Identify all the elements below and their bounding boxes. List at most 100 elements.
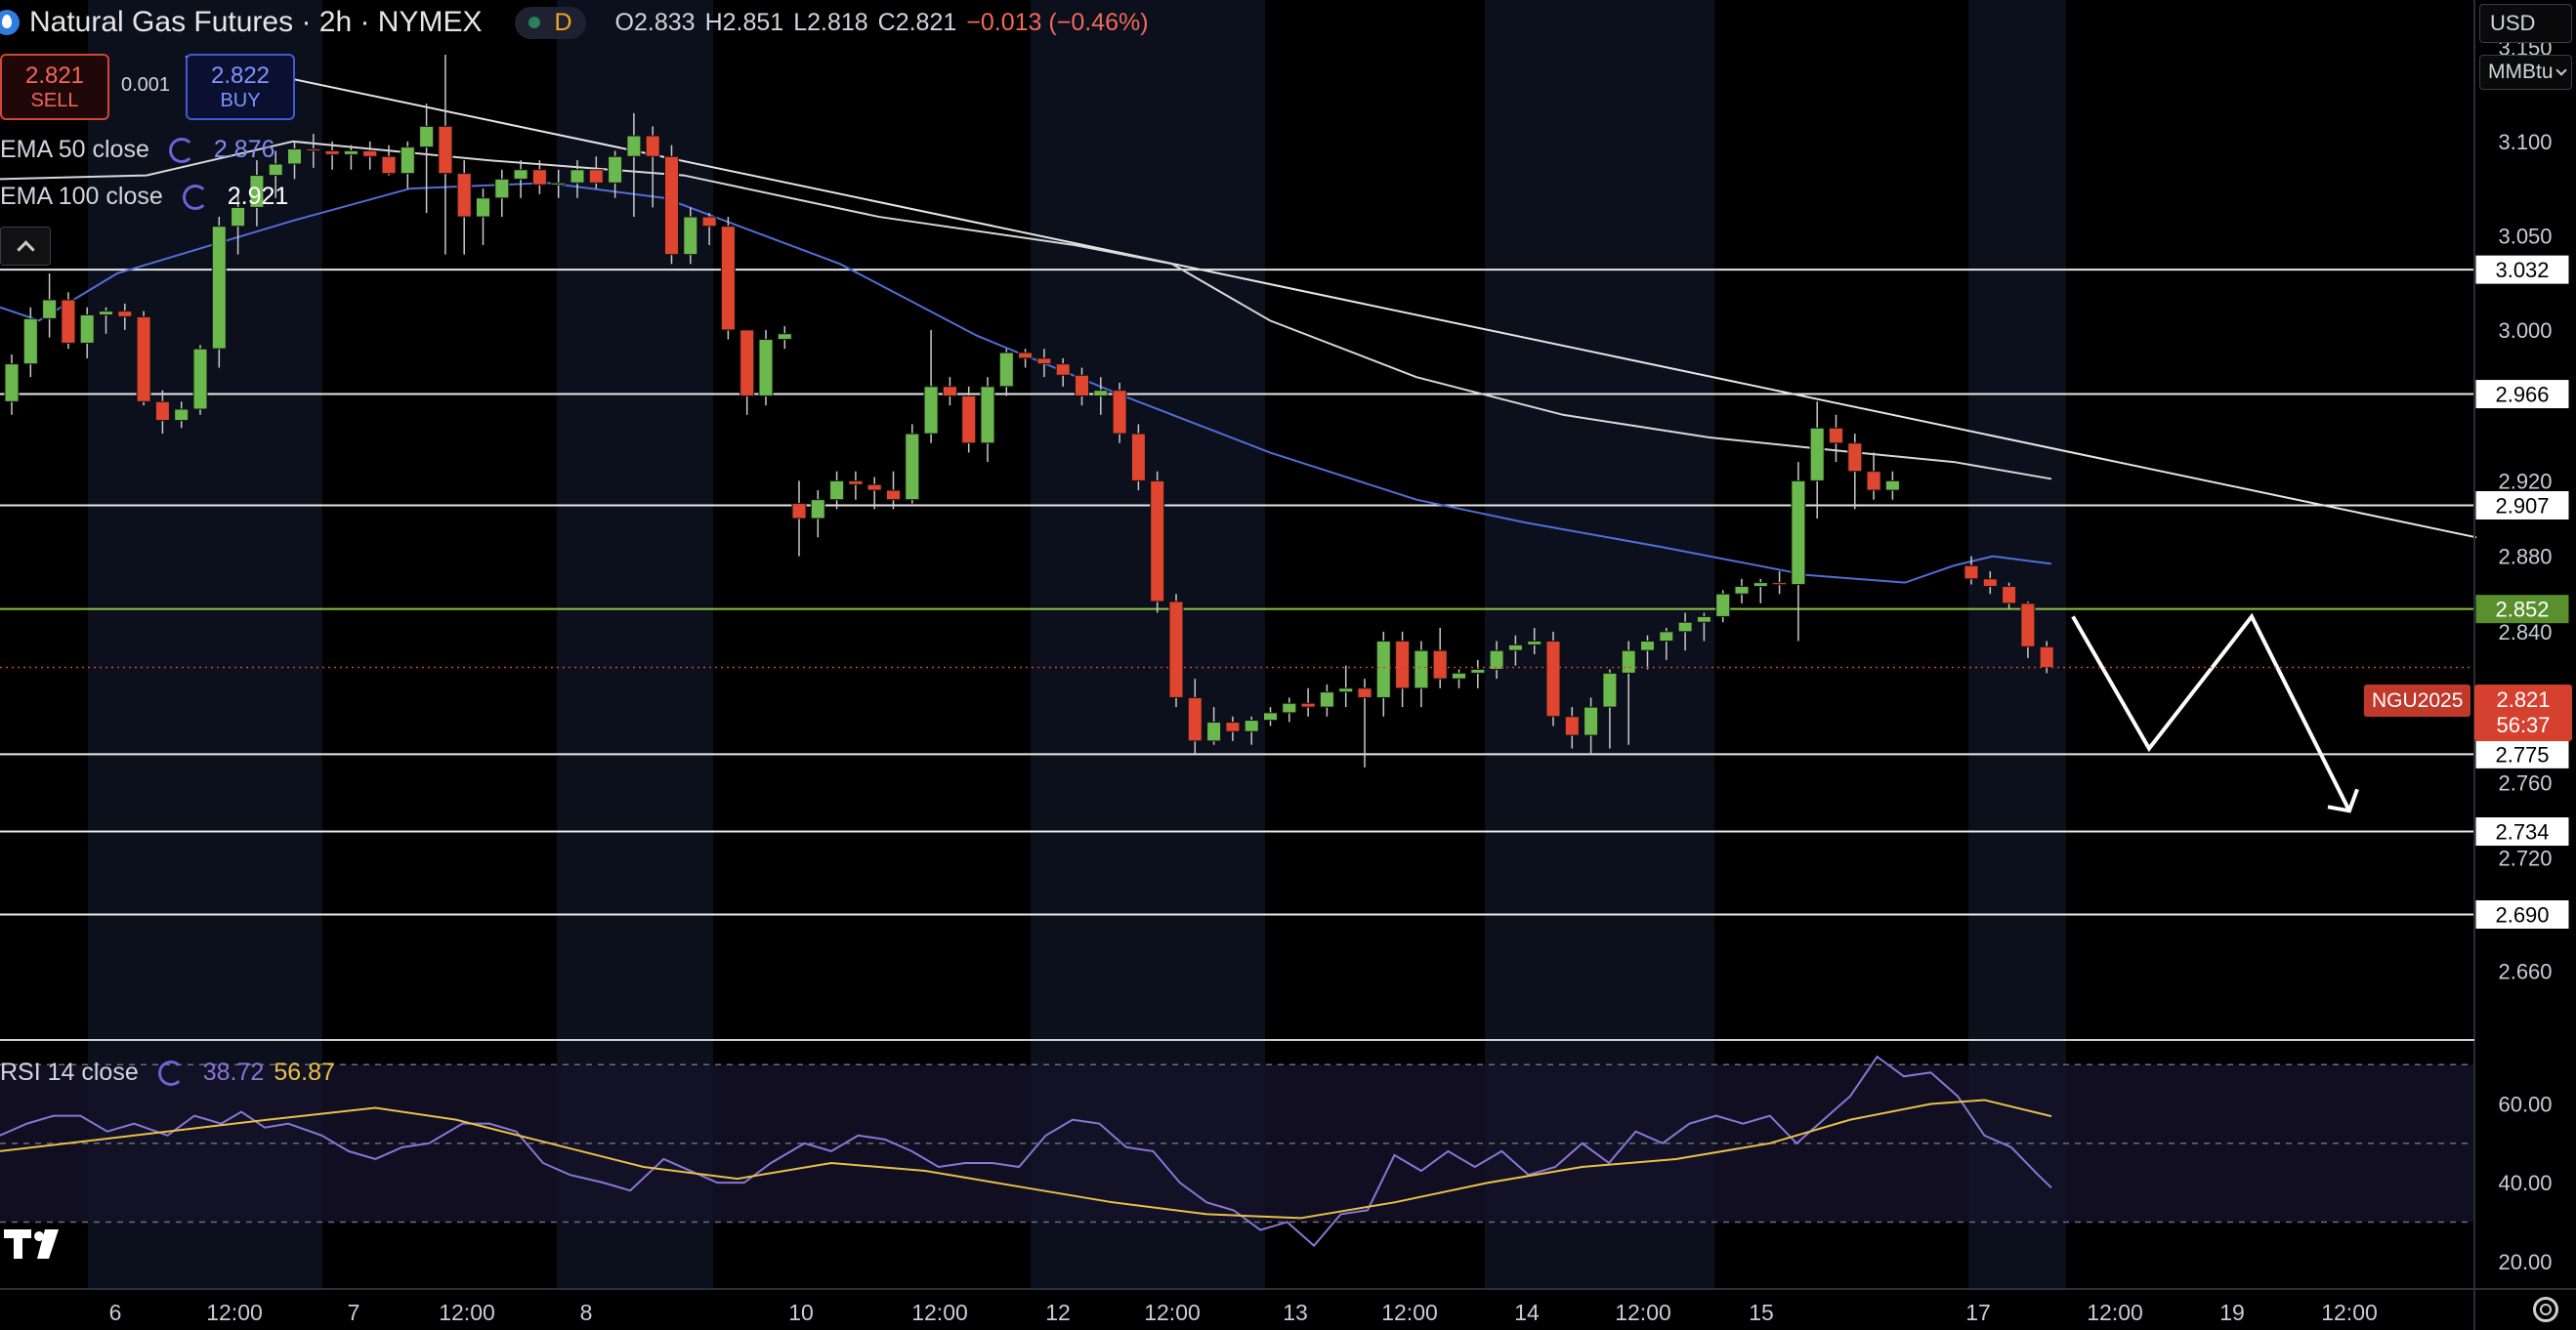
candle[interactable] — [1753, 578, 1768, 603]
sell-button[interactable]: 2.821 SELL — [0, 54, 109, 120]
candle[interactable] — [791, 480, 807, 557]
chart-canvas[interactable]: 3.0322.9662.9072.8522.7752.7342.690 60.0… — [0, 0, 2576, 1330]
candle[interactable] — [1150, 471, 1165, 613]
candle-body — [1432, 649, 1448, 680]
candle[interactable] — [22, 307, 38, 378]
candle-body — [683, 216, 698, 256]
refresh-icon[interactable] — [182, 184, 208, 210]
candle[interactable] — [810, 490, 825, 538]
candle-body — [211, 226, 227, 350]
market-status-dot — [528, 17, 541, 28]
level-label: 3.032 — [2474, 254, 2570, 285]
droplet-icon[interactable] — [0, 10, 20, 35]
refresh-icon[interactable] — [168, 137, 194, 163]
candle[interactable] — [1545, 631, 1561, 727]
chart-title[interactable]: Natural Gas Futures · 2h · NYMEX — [29, 6, 482, 39]
currency-selector[interactable]: USD — [2479, 4, 2572, 43]
candle[interactable] — [1319, 684, 1334, 717]
time-tick-label: 12:00 — [911, 1300, 968, 1325]
candle[interactable] — [720, 217, 736, 340]
candle[interactable] — [866, 477, 882, 510]
candle[interactable] — [1884, 471, 1900, 500]
candle[interactable] — [1452, 669, 1466, 688]
unit-selector[interactable]: MMBtu — [2479, 55, 2572, 90]
candle[interactable] — [419, 104, 435, 214]
candle[interactable] — [829, 471, 845, 510]
candle[interactable] — [136, 311, 151, 406]
candle[interactable] — [1791, 462, 1806, 642]
candle-body — [886, 489, 901, 501]
candle[interactable] — [905, 424, 920, 504]
candle[interactable] — [1395, 631, 1411, 708]
candle[interactable] — [513, 160, 528, 198]
candle[interactable] — [400, 141, 415, 189]
candle[interactable] — [1847, 434, 1863, 510]
candle[interactable] — [1263, 707, 1278, 727]
candle[interactable] — [476, 188, 490, 246]
candle[interactable] — [1112, 382, 1127, 443]
candle[interactable] — [1809, 401, 1825, 519]
refresh-icon[interactable] — [157, 1060, 184, 1086]
current-price-label: 2.821 56:37 — [2474, 685, 2572, 741]
price-tick-label: 3.100 — [2498, 130, 2552, 154]
trendline-down[interactable] — [185, 55, 2477, 539]
candle[interactable] — [1018, 349, 1034, 368]
candle[interactable] — [998, 349, 1014, 396]
candle[interactable] — [61, 292, 76, 350]
candle[interactable] — [1866, 452, 1881, 500]
candle[interactable] — [961, 386, 977, 453]
projection-path[interactable] — [2071, 612, 2351, 812]
candle[interactable] — [1772, 571, 1788, 595]
candle[interactable] — [886, 471, 901, 510]
candle[interactable] — [211, 217, 227, 368]
candle[interactable] — [777, 326, 792, 350]
candle[interactable] — [192, 345, 208, 415]
tradingview-logo[interactable] — [4, 1226, 68, 1261]
ohlc-open: O2.833 — [614, 8, 696, 36]
candle[interactable] — [343, 145, 359, 170]
candle-body — [1734, 586, 1750, 595]
candle-body — [400, 146, 415, 175]
buy-button[interactable]: 2.822 BUY — [186, 54, 295, 120]
candle[interactable] — [1715, 590, 1731, 623]
candle[interactable] — [1300, 687, 1316, 717]
price-tick-label: 2.760 — [2498, 770, 2552, 795]
candle[interactable] — [1338, 665, 1354, 708]
candle[interactable] — [1282, 697, 1297, 723]
settings-gear-icon[interactable] — [2533, 1297, 2558, 1322]
candle[interactable] — [42, 272, 58, 338]
candle[interactable] — [1375, 631, 1391, 717]
ohlc-low: L2.818 — [793, 8, 868, 36]
price-tick-label: 3.050 — [2498, 224, 2552, 248]
status-pill[interactable]: D — [515, 6, 586, 39]
ema100-legend[interactable]: EMA 100 close 2.921 — [0, 183, 288, 211]
candle-body — [1659, 631, 1674, 643]
candle[interactable] — [739, 329, 755, 415]
time-tick-label: 12:00 — [1615, 1300, 1671, 1325]
candle[interactable] — [664, 145, 679, 265]
candle[interactable] — [923, 329, 939, 443]
candle[interactable] — [494, 169, 510, 218]
candle[interactable] — [456, 160, 472, 255]
candle[interactable] — [758, 329, 774, 406]
chevron-up-icon[interactable] — [0, 227, 51, 266]
candle[interactable] — [362, 141, 378, 170]
candle[interactable] — [1432, 627, 1448, 688]
candle[interactable] — [1734, 578, 1750, 603]
candle[interactable] — [942, 377, 957, 406]
candle-body — [829, 479, 845, 501]
candle[interactable] — [1829, 414, 1843, 463]
candle[interactable] — [848, 471, 864, 500]
candle[interactable] — [438, 54, 453, 255]
rsi-legend[interactable]: RSI 14 close 38.72 56.87 — [0, 1059, 335, 1087]
candle-body — [1452, 672, 1466, 680]
candle[interactable] — [4, 354, 20, 415]
candle[interactable] — [1414, 641, 1429, 708]
candle-body — [1791, 479, 1806, 586]
candle[interactable] — [980, 377, 995, 463]
candle[interactable] — [1130, 424, 1146, 491]
candle[interactable] — [1168, 594, 1184, 708]
time-tick-label: 6 — [109, 1300, 122, 1325]
candle[interactable] — [1470, 659, 1486, 688]
ema50-legend[interactable]: EMA 50 close 2.876 — [0, 136, 274, 164]
